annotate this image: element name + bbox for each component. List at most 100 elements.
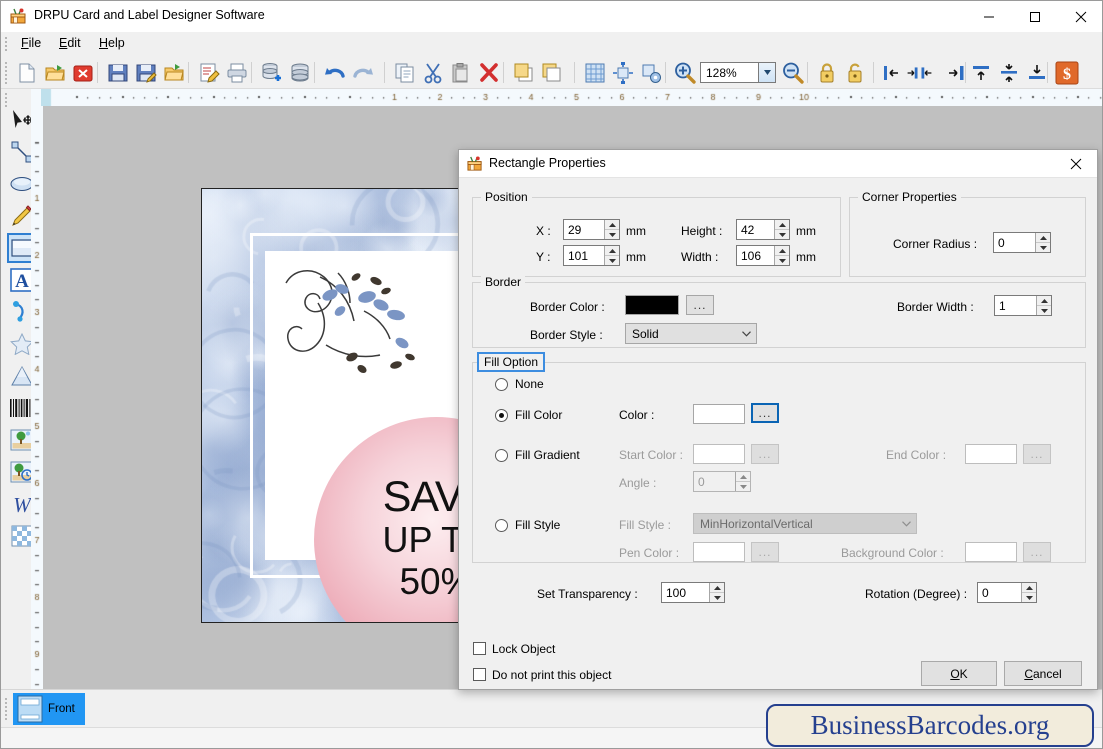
- align-middle-vertical-icon[interactable]: [995, 59, 1022, 86]
- menu-edit[interactable]: Edit: [53, 36, 87, 53]
- transparency-spin-buttons[interactable]: [709, 583, 724, 602]
- send-to-back-icon[interactable]: [538, 59, 565, 86]
- page-tabs-grip[interactable]: [5, 698, 8, 720]
- fill-color-radio[interactable]: [495, 409, 508, 422]
- y-spin-up[interactable]: [605, 246, 619, 256]
- corner-radius-spin-up[interactable]: [1036, 233, 1050, 243]
- transparency-spin-down[interactable]: [710, 593, 724, 602]
- fill-gradient-radio[interactable]: [495, 449, 508, 462]
- align-bottom-icon[interactable]: [1023, 59, 1050, 86]
- copy-icon[interactable]: [391, 59, 418, 86]
- minimize-button[interactable]: [966, 1, 1012, 32]
- resize-object-icon[interactable]: [609, 59, 636, 86]
- do-not-print-checkbox[interactable]: [473, 668, 486, 681]
- pen-color-browse-button: ...: [751, 542, 779, 562]
- y-spin-buttons[interactable]: [604, 246, 619, 265]
- dialog-title: Rectangle Properties: [489, 156, 606, 170]
- height-spinner[interactable]: 42: [736, 219, 790, 240]
- x-spinner[interactable]: 29: [563, 219, 620, 240]
- grid-icon[interactable]: [581, 59, 608, 86]
- database-icon[interactable]: [286, 59, 313, 86]
- height-spin-buttons[interactable]: [774, 220, 789, 239]
- undo-icon[interactable]: [321, 59, 348, 86]
- lock-object-checkbox[interactable]: [473, 642, 486, 655]
- end-color-swatch: [965, 444, 1017, 464]
- rotation-spin-buttons[interactable]: [1021, 583, 1036, 602]
- height-spin-up[interactable]: [775, 220, 789, 230]
- align-center-horizontal-icon[interactable]: [906, 59, 933, 86]
- zoom-in-icon[interactable]: [671, 59, 698, 86]
- corner-radius-spin-down[interactable]: [1036, 243, 1050, 252]
- rotation-spinner[interactable]: 0: [977, 582, 1037, 603]
- corner-radius-spin-buttons[interactable]: [1035, 233, 1050, 252]
- menu-file[interactable]: FFileile: [15, 36, 47, 53]
- fill-none-radio[interactable]: [495, 378, 508, 391]
- transparency-spinner[interactable]: 100: [661, 582, 725, 603]
- open-folder-icon[interactable]: [41, 59, 68, 86]
- price-tag-icon[interactable]: $: [1053, 59, 1080, 86]
- lock-icon[interactable]: [813, 59, 840, 86]
- fill-color-browse-button[interactable]: ...: [751, 403, 779, 423]
- zoom-level-combo[interactable]: 128%: [700, 62, 776, 83]
- paste-icon[interactable]: [447, 59, 474, 86]
- ok-button[interactable]: OK: [921, 661, 997, 686]
- width-spin-buttons[interactable]: [774, 246, 789, 265]
- fill-style-radio[interactable]: [495, 519, 508, 532]
- y-spinner[interactable]: 101: [563, 245, 620, 266]
- close-button[interactable]: [1058, 1, 1102, 32]
- corner-radius-spinner[interactable]: 0: [993, 232, 1051, 253]
- x-spin-down[interactable]: [605, 230, 619, 239]
- page-tab-front[interactable]: Front: [13, 693, 85, 725]
- cut-icon[interactable]: [419, 59, 446, 86]
- start-color-label: Start Color :: [619, 448, 684, 462]
- close-document-icon[interactable]: [69, 59, 96, 86]
- align-top-icon[interactable]: [967, 59, 994, 86]
- border-width-spin-down[interactable]: [1037, 306, 1051, 315]
- fill-color-swatch[interactable]: [693, 404, 745, 424]
- transparency-spin-up[interactable]: [710, 583, 724, 593]
- background-color-browse-button: ...: [1023, 542, 1051, 562]
- bring-to-front-icon[interactable]: [510, 59, 537, 86]
- toolbar-grip[interactable]: [5, 62, 8, 84]
- border-width-spin-up[interactable]: [1037, 296, 1051, 306]
- fill-option-group-label[interactable]: Fill Option: [477, 352, 546, 372]
- zoom-out-icon[interactable]: [779, 59, 806, 86]
- edit-document-icon[interactable]: [195, 59, 222, 86]
- border-color-label: Border Color :: [530, 300, 605, 314]
- unlock-icon[interactable]: [841, 59, 868, 86]
- width-spin-down[interactable]: [775, 256, 789, 265]
- new-document-icon[interactable]: [13, 59, 40, 86]
- border-width-spin-buttons[interactable]: [1036, 296, 1051, 315]
- border-group-label: Border: [481, 275, 526, 289]
- chevron-down-icon[interactable]: [758, 63, 775, 82]
- border-width-spinner[interactable]: 1: [994, 295, 1052, 316]
- border-style-combo[interactable]: Solid: [625, 323, 757, 344]
- add-database-icon[interactable]: [258, 59, 285, 86]
- border-color-swatch[interactable]: [625, 295, 679, 315]
- y-spin-down[interactable]: [605, 256, 619, 265]
- height-spin-down[interactable]: [775, 230, 789, 239]
- menu-help[interactable]: Help: [93, 36, 131, 53]
- border-color-browse-button[interactable]: ...: [686, 295, 714, 315]
- dialog-close-button[interactable]: [1055, 150, 1097, 178]
- menu-grip[interactable]: [5, 37, 8, 51]
- redo-icon[interactable]: [349, 59, 376, 86]
- start-color-browse-button: ...: [751, 444, 779, 464]
- cancel-button[interactable]: Cancel: [1004, 661, 1082, 686]
- border-style-label: Border Style :: [530, 328, 603, 342]
- rotation-spin-up[interactable]: [1022, 583, 1036, 593]
- print-icon[interactable]: [223, 59, 250, 86]
- object-settings-icon[interactable]: [637, 59, 664, 86]
- rotation-spin-down[interactable]: [1022, 593, 1036, 602]
- open-recent-icon[interactable]: [160, 59, 187, 86]
- save-as-icon[interactable]: [132, 59, 159, 86]
- x-spin-up[interactable]: [605, 220, 619, 230]
- x-spin-buttons[interactable]: [604, 220, 619, 239]
- delete-icon[interactable]: [475, 59, 502, 86]
- chevron-down-icon[interactable]: [736, 330, 756, 337]
- width-spinner[interactable]: 106: [736, 245, 790, 266]
- width-spin-up[interactable]: [775, 246, 789, 256]
- align-left-icon[interactable]: [878, 59, 905, 86]
- maximize-button[interactable]: [1012, 1, 1058, 32]
- save-icon[interactable]: [104, 59, 131, 86]
